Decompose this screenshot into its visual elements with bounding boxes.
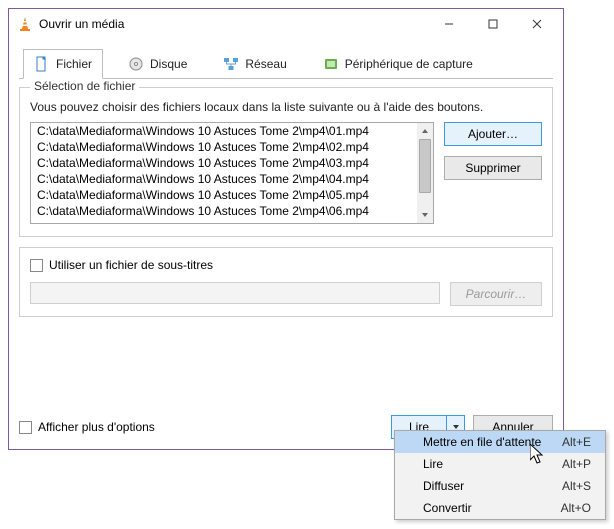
add-button-label: Ajouter… <box>468 127 518 141</box>
more-options-checkbox[interactable]: Afficher plus d'options <box>19 420 155 434</box>
titlebar[interactable]: Ouvrir un média <box>9 9 563 39</box>
file-listbox[interactable]: C:\data\Mediaforma\Windows 10 Astuces To… <box>30 122 434 224</box>
file-selection-hint: Vous pouvez choisir des fichiers locaux … <box>30 100 542 114</box>
list-item[interactable]: C:\data\Mediaforma\Windows 10 Astuces To… <box>31 155 417 171</box>
scroll-down-icon[interactable] <box>417 207 433 223</box>
play-dropdown-menu: Mettre en file d'attente Alt+E Lire Alt+… <box>394 430 606 520</box>
tab-network[interactable]: Réseau <box>212 49 297 79</box>
disc-icon <box>128 56 144 72</box>
checkbox-box-icon <box>19 421 32 434</box>
tabstrip: Fichier Disque Réseau Périphérique de ca… <box>19 45 553 79</box>
menu-item-label: Diffuser <box>423 479 464 493</box>
scroll-up-icon[interactable] <box>417 123 433 139</box>
subtitle-panel: Utiliser un fichier de sous-titres Parco… <box>19 247 553 317</box>
scrollbar[interactable] <box>417 123 433 223</box>
vlc-cone-icon <box>17 16 33 32</box>
browse-button-label: Parcourir… <box>466 287 527 301</box>
scroll-thumb[interactable] <box>419 139 431 193</box>
capture-icon <box>323 56 339 72</box>
more-options-label: Afficher plus d'options <box>38 420 155 434</box>
menu-item-play[interactable]: Lire Alt+P <box>395 453 605 475</box>
close-button[interactable] <box>515 10 559 38</box>
checkbox-box-icon <box>30 259 43 272</box>
remove-button-label: Supprimer <box>465 161 520 175</box>
subtitle-checkbox-label: Utiliser un fichier de sous-titres <box>49 258 213 272</box>
subtitle-checkbox[interactable]: Utiliser un fichier de sous-titres <box>30 258 542 272</box>
list-item[interactable]: C:\data\Mediaforma\Windows 10 Astuces To… <box>31 139 417 155</box>
tab-disc-label: Disque <box>150 57 187 71</box>
menu-item-enqueue[interactable]: Mettre en file d'attente Alt+E <box>395 431 605 453</box>
menu-item-label: Convertir <box>423 501 472 515</box>
file-selection-panel: Sélection de fichier Vous pouvez choisir… <box>19 87 553 237</box>
tab-capture[interactable]: Périphérique de capture <box>312 49 484 79</box>
list-item[interactable]: C:\data\Mediaforma\Windows 10 Astuces To… <box>31 187 417 203</box>
tab-disc[interactable]: Disque <box>117 49 198 79</box>
menu-item-label: Lire <box>423 457 443 471</box>
menu-item-shortcut: Alt+P <box>562 457 591 471</box>
client-area: Fichier Disque Réseau Périphérique de ca… <box>9 39 563 327</box>
browse-button: Parcourir… <box>450 282 542 306</box>
file-selection-legend: Sélection de fichier <box>30 79 139 93</box>
maximize-button[interactable] <box>471 10 515 38</box>
menu-item-stream[interactable]: Diffuser Alt+S <box>395 475 605 497</box>
list-item[interactable]: C:\data\Mediaforma\Windows 10 Astuces To… <box>31 203 417 219</box>
menu-item-label: Mettre en file d'attente <box>423 435 541 449</box>
window-title: Ouvrir un média <box>39 17 427 31</box>
menu-item-shortcut: Alt+S <box>562 479 591 493</box>
menu-item-shortcut: Alt+O <box>561 501 591 515</box>
menu-item-convert[interactable]: Convertir Alt+O <box>395 497 605 519</box>
network-icon <box>223 56 239 72</box>
tab-file[interactable]: Fichier <box>23 49 103 79</box>
remove-button[interactable]: Supprimer <box>444 156 542 180</box>
add-button[interactable]: Ajouter… <box>444 122 542 146</box>
list-item[interactable]: C:\data\Mediaforma\Windows 10 Astuces To… <box>31 123 417 139</box>
tab-capture-label: Périphérique de capture <box>345 57 473 71</box>
minimize-button[interactable] <box>427 10 471 38</box>
subtitle-path-input <box>30 282 440 304</box>
open-media-dialog: Ouvrir un média Fichier Disque <box>8 8 564 450</box>
tab-file-label: Fichier <box>56 57 92 71</box>
file-icon <box>34 56 50 72</box>
list-item[interactable]: C:\data\Mediaforma\Windows 10 Astuces To… <box>31 171 417 187</box>
menu-item-shortcut: Alt+E <box>562 435 591 449</box>
tab-network-label: Réseau <box>245 57 286 71</box>
